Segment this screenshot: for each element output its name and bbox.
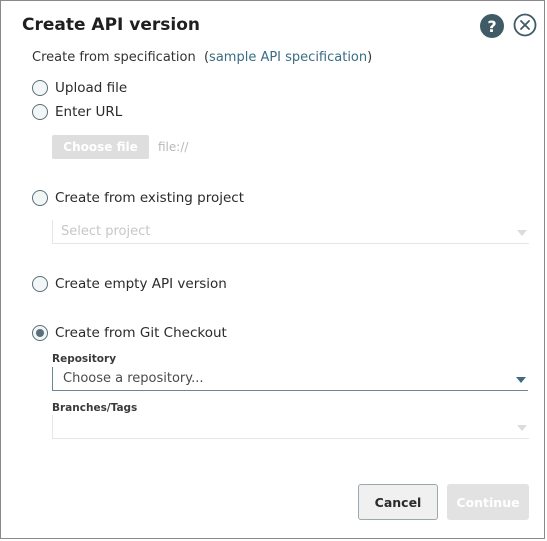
upload-file-option[interactable]: Upload file [32, 80, 127, 96]
continue-button[interactable]: Continue [447, 484, 529, 520]
project-select[interactable]: Select project [52, 220, 529, 244]
chevron-down-icon [517, 425, 527, 431]
create-api-version-dialog: Create API version ? Create from specifi… [0, 0, 545, 539]
repository-select[interactable]: Choose a repository... [52, 367, 528, 391]
cancel-button[interactable]: Cancel [358, 484, 438, 520]
project-select-placeholder: Select project [61, 224, 151, 239]
file-url-hint: file:// [158, 140, 189, 154]
chevron-down-icon [516, 377, 526, 383]
existing-project-label: Create from existing project [55, 190, 245, 206]
repository-label: Repository [52, 353, 117, 365]
existing-project-radio[interactable] [32, 190, 48, 206]
enter-url-radio[interactable] [32, 104, 48, 120]
upload-file-radio[interactable] [32, 80, 48, 96]
sample-api-spec-link[interactable]: sample API specification [209, 50, 367, 65]
enter-url-label: Enter URL [55, 104, 123, 120]
dialog-title: Create API version [22, 15, 201, 35]
choose-file-button[interactable]: Choose file [52, 135, 149, 159]
subtitle-paren-close: ) [367, 50, 373, 65]
branches-tags-label: Branches/Tags [52, 402, 138, 414]
create-from-spec-heading: Create from specification (sample API sp… [32, 50, 372, 65]
git-checkout-radio[interactable] [32, 325, 48, 341]
empty-api-option[interactable]: Create empty API version [32, 276, 227, 292]
help-icon[interactable]: ? [480, 14, 504, 38]
empty-api-label: Create empty API version [55, 276, 227, 292]
close-icon[interactable] [513, 13, 537, 37]
upload-file-label: Upload file [55, 80, 128, 96]
subtitle-text: Create from specification [32, 50, 196, 65]
git-checkout-label: Create from Git Checkout [55, 325, 227, 341]
git-checkout-option[interactable]: Create from Git Checkout [32, 325, 227, 341]
existing-project-option[interactable]: Create from existing project [32, 190, 244, 206]
empty-api-radio[interactable] [32, 276, 48, 292]
enter-url-option[interactable]: Enter URL [32, 104, 122, 120]
branches-tags-select[interactable] [52, 415, 529, 439]
chevron-down-icon [517, 230, 527, 236]
repository-select-placeholder: Choose a repository... [63, 371, 204, 386]
